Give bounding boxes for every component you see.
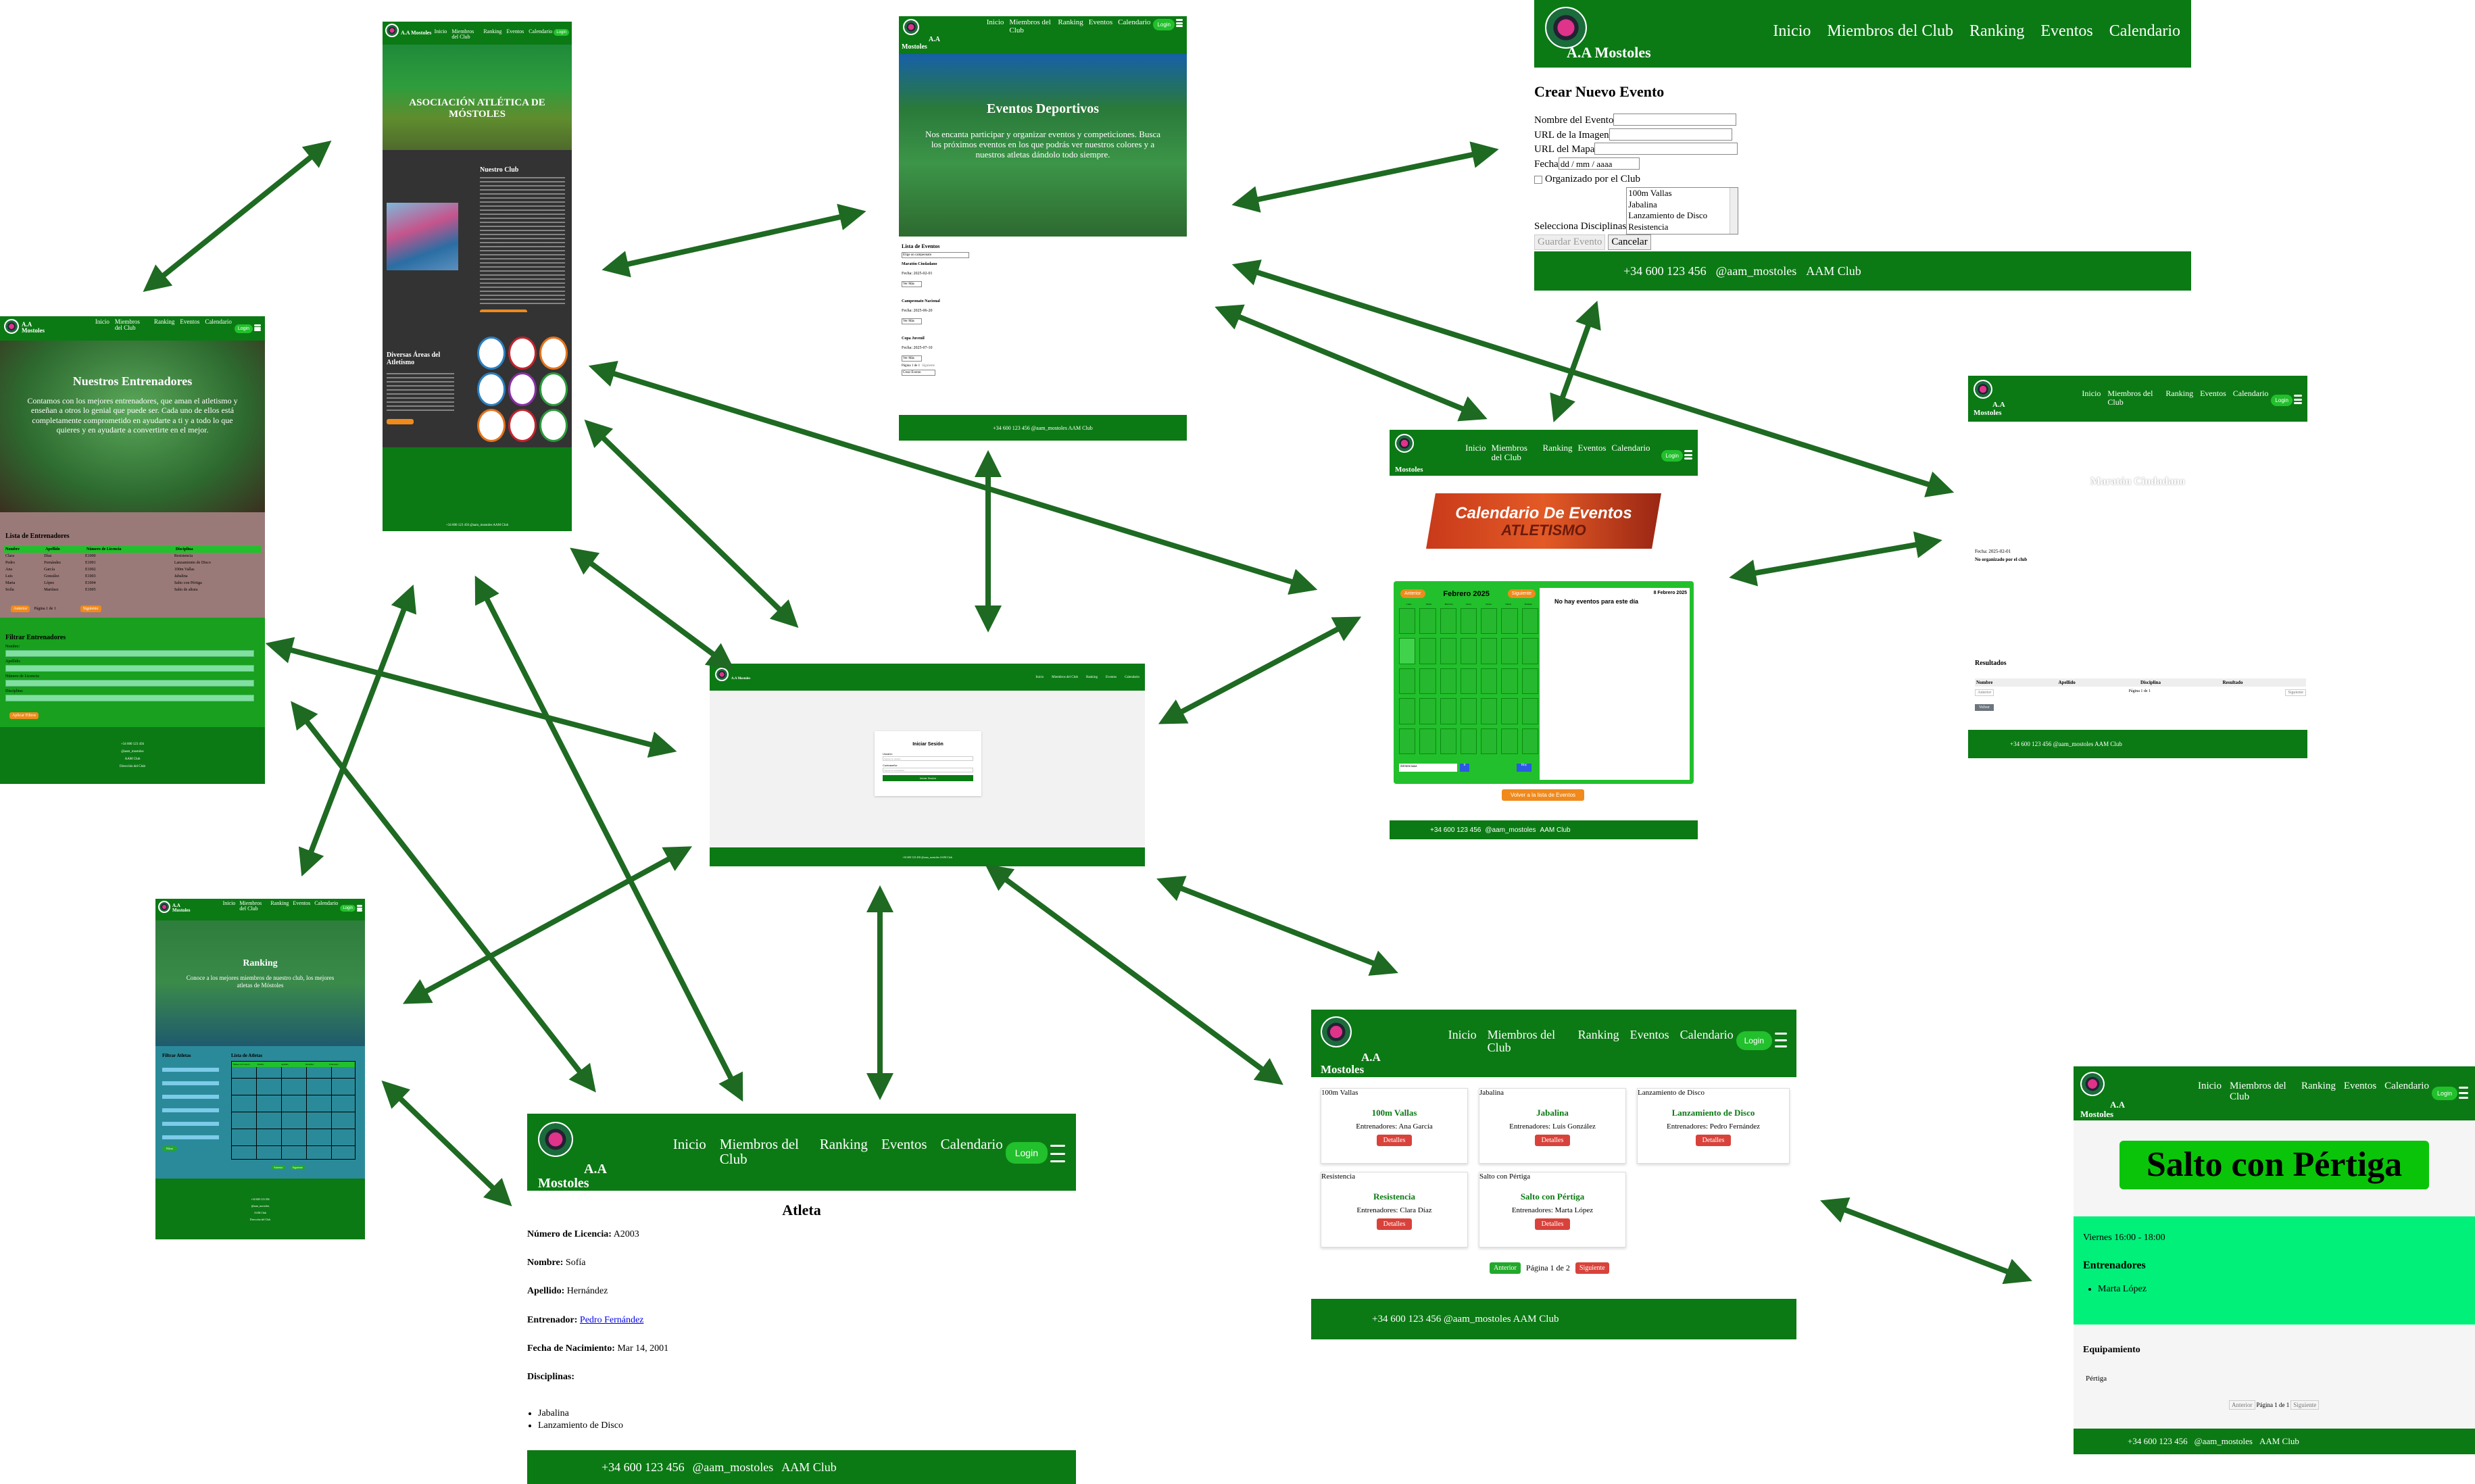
arrow-eventos-crear: [1231, 141, 1499, 213]
arrow-home-entrenadores: [143, 140, 332, 293]
arrow-home-ranking: [298, 585, 417, 876]
arrow-login-disciplinas-2: [1156, 876, 1398, 976]
arrow-home-calendario: [588, 360, 1318, 595]
arrow-ranking-atleta: [381, 1080, 512, 1207]
arrow-home-eventos: [602, 203, 866, 278]
arrow-eventos-maraton: [1231, 259, 1955, 497]
arrow-disciplinas-pertiga: [1820, 1197, 2032, 1285]
arrow-home-login: [584, 419, 799, 628]
arrow-home-atleta: [474, 575, 743, 1102]
arrow-ranking-login: [402, 846, 693, 1004]
arrow-calendario-login: [1158, 616, 1362, 724]
arrow-login-disciplinas: [985, 864, 1283, 1085]
navigation-arrows: [143, 140, 2032, 1285]
arrow-calendario-maraton: [1729, 531, 1942, 587]
arrow-entrenadores-login: [265, 637, 677, 758]
arrow-eventos-calendario: [1215, 304, 1488, 422]
arrow-home-login-2: [570, 547, 735, 670]
arrow-calendario-crear: [1550, 300, 1601, 423]
